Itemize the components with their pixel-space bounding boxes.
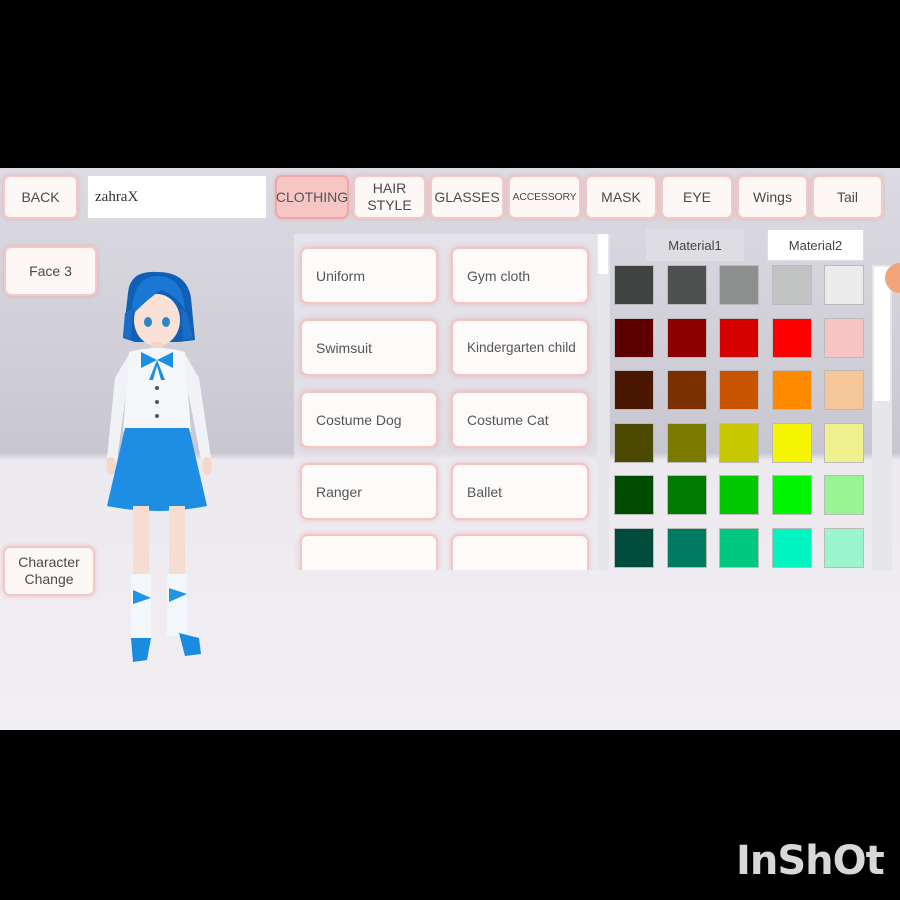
face-select-button[interactable]: Face 3: [4, 246, 97, 296]
clothing-item-casual-wear1[interactable]: Casual wear1: [451, 534, 589, 570]
color-swatch[interactable]: [824, 475, 864, 515]
clothing-item-swimsuit[interactable]: Swimsuit: [300, 319, 438, 376]
tab-tail[interactable]: Tail: [812, 175, 883, 219]
game-screen: BACK zahraX CLOTHING HAIR STYLE GLASSES …: [0, 168, 900, 730]
tab-clothing[interactable]: CLOTHING: [275, 175, 349, 219]
color-swatch[interactable]: [614, 527, 654, 568]
clothing-item-uniform[interactable]: Uniform: [300, 247, 438, 304]
color-swatch[interactable]: [824, 527, 864, 568]
color-swatch[interactable]: [614, 370, 654, 410]
clothing-item-gym-cloth[interactable]: Gym cloth: [451, 247, 589, 304]
tab-eye[interactable]: EYE: [661, 175, 733, 219]
tab-mask[interactable]: MASK: [585, 175, 657, 219]
color-swatch[interactable]: [666, 317, 707, 358]
tab-wings[interactable]: Wings: [737, 175, 808, 219]
color-swatch[interactable]: [719, 422, 759, 463]
character-change-button[interactable]: Character Change: [3, 546, 95, 596]
color-palette: [600, 253, 875, 570]
character-name-input[interactable]: zahraX: [87, 175, 267, 219]
character-model: [106, 271, 212, 662]
clothing-item-ranger[interactable]: Ranger: [300, 463, 438, 520]
clothing-item-costume-dog[interactable]: Costume Dog: [300, 391, 438, 448]
color-swatch[interactable]: [614, 475, 654, 515]
back-button[interactable]: BACK: [3, 175, 78, 219]
color-swatch[interactable]: [666, 265, 707, 305]
color-swatch[interactable]: [666, 422, 707, 463]
color-swatch[interactable]: [614, 422, 654, 463]
color-swatch[interactable]: [614, 317, 654, 358]
clothing-list[interactable]: Uniform Gym cloth Swimsuit Kindergarten …: [294, 234, 610, 570]
color-swatch[interactable]: [614, 265, 654, 305]
color-swatch[interactable]: [666, 475, 707, 515]
color-swatch[interactable]: [666, 527, 707, 568]
color-swatch[interactable]: [771, 475, 812, 515]
tab-glasses[interactable]: GLASSES: [430, 175, 504, 219]
clothing-item-pajamas[interactable]: Pajamas: [300, 534, 438, 570]
clothing-item-costume-cat[interactable]: Costume Cat: [451, 391, 589, 448]
color-swatch[interactable]: [824, 422, 864, 463]
color-swatch[interactable]: [824, 265, 864, 305]
inshot-watermark: InShOt: [736, 838, 885, 884]
color-swatch[interactable]: [771, 317, 812, 358]
color-swatch[interactable]: [771, 422, 812, 463]
color-swatch[interactable]: [771, 370, 812, 410]
clothing-item-ballet[interactable]: Ballet: [451, 463, 589, 520]
color-swatch[interactable]: [719, 475, 759, 515]
palette-scrollbar[interactable]: [872, 265, 892, 570]
color-swatch[interactable]: [666, 370, 707, 410]
tab-hair-style[interactable]: HAIR STYLE: [353, 175, 426, 219]
color-swatch[interactable]: [719, 370, 759, 410]
color-swatch[interactable]: [824, 317, 864, 358]
color-swatch[interactable]: [771, 265, 812, 305]
tab-accessory[interactable]: ACCESSORY: [508, 175, 581, 219]
color-swatch[interactable]: [719, 265, 759, 305]
color-swatch[interactable]: [719, 317, 759, 358]
color-swatch[interactable]: [719, 527, 759, 568]
color-swatch[interactable]: [824, 370, 864, 410]
clothing-item-kindergarten-child[interactable]: Kindergarten child: [451, 319, 589, 376]
color-swatch[interactable]: [771, 527, 812, 568]
